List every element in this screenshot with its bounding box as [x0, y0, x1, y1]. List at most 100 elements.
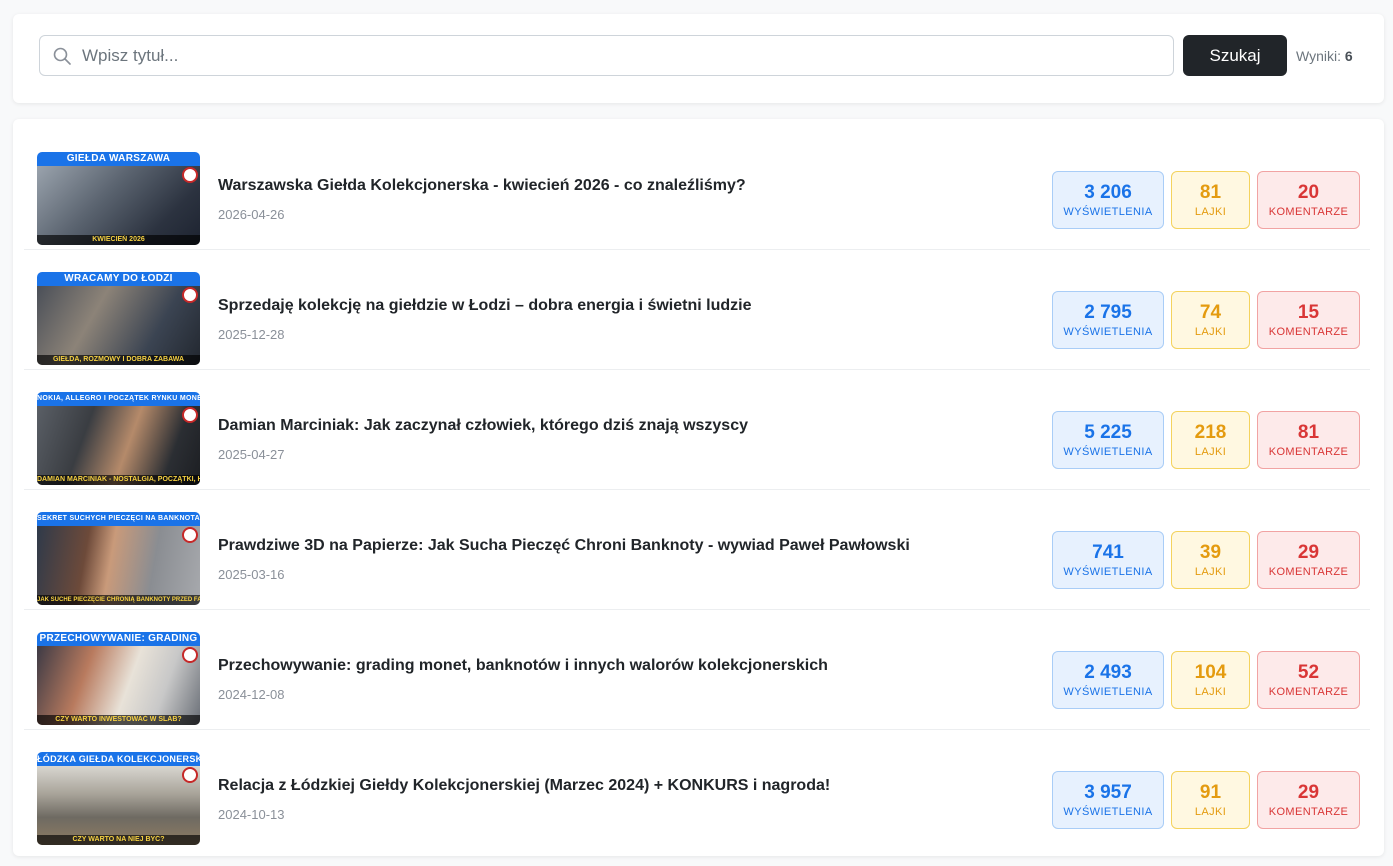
- comments-count: 29: [1297, 542, 1320, 563]
- likes-badge: 74 LAJKI: [1171, 291, 1250, 349]
- channel-logo-icon: [182, 167, 198, 183]
- video-thumbnail[interactable]: PRZECHOWYWANIE: GRADING CZY WARTO INWEST…: [37, 632, 200, 725]
- comments-label: KOMENTARZE: [1268, 206, 1349, 218]
- video-date: 2025-04-27: [218, 447, 285, 462]
- video-thumbnail[interactable]: SEKRET SUCHYCH PIECZĘCI NA BANKNOTACH! J…: [37, 512, 200, 605]
- video-row[interactable]: NOKIA, ALLEGRO I POCZĄTEK RYNKU MONET DA…: [24, 370, 1370, 490]
- comments-label: KOMENTARZE: [1268, 326, 1349, 338]
- comments-badge: 20 KOMENTARZE: [1257, 171, 1360, 229]
- results-label: Wyniki:: [1296, 48, 1341, 64]
- video-date: 2026-04-26: [218, 207, 285, 222]
- views-badge: 5 225 WYŚWIETLENIA: [1052, 411, 1164, 469]
- likes-label: LAJKI: [1194, 686, 1227, 698]
- results-count: Wyniki: 6: [1296, 48, 1353, 64]
- likes-count: 91: [1199, 782, 1222, 803]
- thumbnail-caption: JAK SUCHE PIECZĘCIE CHRONIĄ BANKNOTY PRZ…: [37, 595, 200, 605]
- likes-badge: 218 LAJKI: [1171, 411, 1250, 469]
- likes-count: 81: [1199, 182, 1222, 203]
- likes-label: LAJKI: [1194, 446, 1227, 458]
- video-thumbnail[interactable]: NOKIA, ALLEGRO I POCZĄTEK RYNKU MONET DA…: [37, 392, 200, 485]
- likes-label: LAJKI: [1194, 326, 1227, 338]
- likes-badge: 104 LAJKI: [1171, 651, 1250, 709]
- comments-badge: 29 KOMENTARZE: [1257, 771, 1360, 829]
- views-badge: 3 206 WYŚWIETLENIA: [1052, 171, 1164, 229]
- comments-label: KOMENTARZE: [1268, 806, 1349, 818]
- comments-badge: 29 KOMENTARZE: [1257, 531, 1360, 589]
- likes-label: LAJKI: [1194, 206, 1227, 218]
- thumbnail-banner: PRZECHOWYWANIE: GRADING: [37, 632, 200, 646]
- channel-logo-icon: [182, 767, 198, 783]
- channel-logo-icon: [182, 527, 198, 543]
- comments-count: 81: [1297, 422, 1320, 443]
- comments-count: 29: [1297, 782, 1320, 803]
- likes-badge: 91 LAJKI: [1171, 771, 1250, 829]
- video-date: 2025-03-16: [218, 567, 285, 582]
- search-input[interactable]: [82, 36, 1162, 75]
- comments-count: 52: [1297, 662, 1320, 683]
- video-row[interactable]: ŁÓDZKA GIEŁDA KOLEKCJONERSKA CZY WARTO N…: [24, 730, 1370, 850]
- video-row[interactable]: WRACAMY DO ŁODZI GIEŁDA, ROZMOWY I DOBRA…: [24, 250, 1370, 370]
- video-row[interactable]: GIEŁDA WARSZAWA KWIECIEŃ 2026 Warszawska…: [24, 130, 1370, 250]
- views-count: 3 957: [1084, 782, 1132, 803]
- video-title[interactable]: Warszawska Giełda Kolekcjonerska - kwiec…: [218, 177, 746, 195]
- video-date: 2024-12-08: [218, 687, 285, 702]
- thumbnail-caption: CZY WARTO INWESTOWAĆ W SLAB?: [37, 715, 200, 725]
- comments-label: KOMENTARZE: [1268, 686, 1349, 698]
- thumbnail-caption: CZY WARTO NA NIEJ BYĆ?: [37, 835, 200, 845]
- channel-logo-icon: [182, 407, 198, 423]
- views-badge: 741 WYŚWIETLENIA: [1052, 531, 1164, 589]
- thumbnail-banner: ŁÓDZKA GIEŁDA KOLEKCJONERSKA: [37, 752, 200, 766]
- video-title[interactable]: Prawdziwe 3D na Papierze: Jak Sucha Piec…: [218, 537, 910, 555]
- channel-logo-icon: [182, 647, 198, 663]
- views-label: WYŚWIETLENIA: [1063, 326, 1153, 338]
- search-icon: [53, 47, 71, 65]
- video-list: GIEŁDA WARSZAWA KWIECIEŃ 2026 Warszawska…: [13, 119, 1384, 856]
- comments-label: KOMENTARZE: [1268, 446, 1349, 458]
- views-label: WYŚWIETLENIA: [1063, 686, 1153, 698]
- likes-count: 39: [1199, 542, 1222, 563]
- likes-label: LAJKI: [1194, 806, 1227, 818]
- comments-badge: 81 KOMENTARZE: [1257, 411, 1360, 469]
- thumbnail-photo: [37, 526, 200, 605]
- video-row[interactable]: SEKRET SUCHYCH PIECZĘCI NA BANKNOTACH! J…: [24, 490, 1370, 610]
- comments-badge: 52 KOMENTARZE: [1257, 651, 1360, 709]
- results-number: 6: [1344, 48, 1353, 64]
- views-count: 741: [1092, 542, 1124, 563]
- likes-count: 104: [1194, 662, 1227, 683]
- views-label: WYŚWIETLENIA: [1063, 446, 1153, 458]
- likes-count: 74: [1199, 302, 1222, 323]
- views-label: WYŚWIETLENIA: [1063, 206, 1153, 218]
- thumbnail-banner: WRACAMY DO ŁODZI: [37, 272, 200, 286]
- video-title[interactable]: Przechowywanie: grading monet, banknotów…: [218, 657, 828, 675]
- video-thumbnail[interactable]: WRACAMY DO ŁODZI GIEŁDA, ROZMOWY I DOBRA…: [37, 272, 200, 365]
- video-title[interactable]: Damian Marciniak: Jak zaczynał człowiek,…: [218, 417, 748, 435]
- likes-badge: 81 LAJKI: [1171, 171, 1250, 229]
- views-count: 5 225: [1084, 422, 1132, 443]
- thumbnail-caption: GIEŁDA, ROZMOWY I DOBRA ZABAWA: [37, 355, 200, 365]
- video-row[interactable]: PRZECHOWYWANIE: GRADING CZY WARTO INWEST…: [24, 610, 1370, 730]
- video-title[interactable]: Relacja z Łódzkiej Giełdy Kolekcjonerski…: [218, 777, 830, 795]
- video-thumbnail[interactable]: ŁÓDZKA GIEŁDA KOLEKCJONERSKA CZY WARTO N…: [37, 752, 200, 845]
- likes-label: LAJKI: [1194, 566, 1227, 578]
- thumbnail-photo: [37, 406, 200, 485]
- views-badge: 2 493 WYŚWIETLENIA: [1052, 651, 1164, 709]
- views-count: 2 493: [1084, 662, 1132, 683]
- channel-logo-icon: [182, 287, 198, 303]
- views-count: 3 206: [1084, 182, 1132, 203]
- views-label: WYŚWIETLENIA: [1063, 566, 1153, 578]
- comments-label: KOMENTARZE: [1268, 566, 1349, 578]
- thumbnail-photo: [37, 286, 200, 365]
- video-title[interactable]: Sprzedaję kolekcję na giełdzie w Łodzi –…: [218, 297, 751, 315]
- thumbnail-photo: [37, 166, 200, 245]
- likes-count: 218: [1194, 422, 1227, 443]
- video-date: 2025-12-28: [218, 327, 285, 342]
- search-box[interactable]: [39, 35, 1174, 76]
- comments-badge: 15 KOMENTARZE: [1257, 291, 1360, 349]
- thumbnail-photo: [37, 766, 200, 845]
- comments-count: 20: [1297, 182, 1320, 203]
- thumbnail-caption: DAMIAN MARCINIAK - NOSTALGIA, POCZĄTKI, …: [37, 475, 200, 485]
- video-thumbnail[interactable]: GIEŁDA WARSZAWA KWIECIEŃ 2026: [37, 152, 200, 245]
- views-label: WYŚWIETLENIA: [1063, 806, 1153, 818]
- thumbnail-caption: KWIECIEŃ 2026: [37, 235, 200, 245]
- search-button[interactable]: Szukaj: [1183, 35, 1287, 76]
